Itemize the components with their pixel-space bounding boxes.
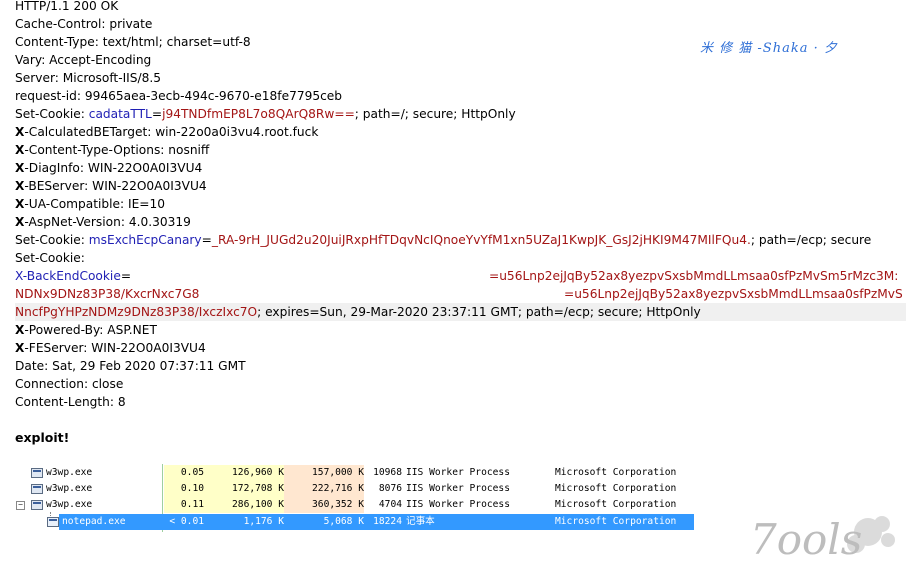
exploit-label: exploit!	[15, 430, 70, 445]
process-working-set: 5,068 K	[284, 514, 364, 530]
header-fe-server: X-FEServer: WIN-22O0A0I3VU4	[15, 339, 206, 357]
header-content-type: Content-Type: text/html; charset=utf-8	[15, 35, 251, 49]
process-private-bytes: 1,176 K	[204, 514, 284, 530]
header-be-server: X-BEServer: WIN-22O0A0I3VU4	[15, 177, 207, 195]
header-text: -Content-Type-Options: nosniff	[24, 143, 210, 157]
header-date: Date: Sat, 29 Feb 2020 07:37:11 GMT	[15, 359, 246, 373]
process-icon	[31, 500, 43, 510]
process-description: 记事本	[406, 514, 546, 530]
process-working-set: 157,000 K	[284, 465, 364, 481]
process-description: IIS Worker Process	[406, 467, 510, 478]
cookie-key: X-BackEndCookie	[15, 269, 121, 283]
author-watermark: 米 修 猫 -Shaka · 夕	[700, 41, 838, 56]
cookie-eq: =	[120, 269, 132, 283]
header-text: -Powered-By: ASP.NET	[24, 323, 157, 337]
header-initial: X	[15, 215, 25, 229]
process-company: Microsoft Corporation	[555, 514, 694, 530]
header-initial: X	[15, 179, 25, 193]
backend-cookie-value-2: =u56Lnp2ejJqBy52ax8yezpvSxsbMmdLLmsaa0sf…	[564, 287, 903, 301]
process-row[interactable]: − w3wp.exe 0.11 286,100 K 360,352 K 4704…	[14, 497, 694, 513]
process-description: IIS Worker Process	[406, 499, 510, 510]
cookie-attrs: ; path=/ecp; secure	[750, 233, 872, 247]
header-name: Set-Cookie:	[15, 233, 89, 247]
header-cache-control: Cache-Control: private	[15, 17, 153, 31]
backend-cookie-line-1: X-BackEndCookie=	[15, 267, 131, 285]
process-private-bytes: 172,708 K	[204, 481, 284, 497]
process-working-set: 222,716 K	[284, 481, 364, 497]
header-server: Server: Microsoft-IIS/8.5	[15, 71, 162, 85]
header-set-cookie-canary: Set-Cookie: msExchEcpCanary=_RA-9rH_JUGd…	[15, 231, 871, 249]
cookie-value: NncfPgYHPzNDMz9DNz83P38/IxczIxc7O	[15, 305, 258, 319]
header-initial: X	[15, 323, 25, 337]
header-aspnet-version: X-AspNet-Version: 4.0.30319	[15, 213, 191, 231]
backend-cookie-line-3: NncfPgYHPzNDMz9DNz83P38/IxczIxc7O; expir…	[15, 303, 906, 321]
process-working-set: 360,352 K	[284, 497, 364, 513]
logo-text: 7ools	[750, 515, 862, 564]
backend-cookie-line-2: NDNx9DNz83P38/KxcrNxc7G8	[15, 287, 200, 301]
process-icon	[31, 468, 43, 478]
process-pid: 8076	[378, 483, 402, 494]
header-text: -AspNet-Version: 4.0.30319	[24, 215, 191, 229]
header-initial: X	[15, 143, 25, 157]
process-cpu: < 0.01	[164, 514, 204, 530]
header-vary: Vary: Accept-Encoding	[15, 53, 152, 67]
process-icon	[31, 484, 43, 494]
process-name: w3wp.exe	[46, 467, 93, 478]
process-company: Microsoft Corporation	[555, 483, 677, 494]
header-initial: X	[15, 197, 25, 211]
collapse-icon[interactable]: −	[16, 501, 25, 510]
header-text: -DiagInfo: WIN-22O0A0I3VU4	[24, 161, 203, 175]
cookie-attrs: ; expires=Sun, 29-Mar-2020 23:37:11 GMT;…	[257, 305, 701, 319]
process-company: Microsoft Corporation	[555, 499, 677, 510]
process-row[interactable]: w3wp.exe 0.10 172,708 K 222,716 K 8076 I…	[14, 481, 694, 497]
header-connection: Connection: close	[15, 377, 124, 391]
header-set-cookie-backend: Set-Cookie:	[15, 251, 85, 265]
header-content-type-options: X-Content-Type-Options: nosniff	[15, 141, 209, 159]
header-calculated-be-target: X-CalculatedBETarget: win-22o0a0i3vu4.ro…	[15, 123, 318, 141]
process-cpu: 0.11	[164, 497, 204, 513]
header-set-cookie-cadata: Set-Cookie: cadataTTL=j94TNDfmEP8L7o8QAr…	[15, 105, 516, 123]
process-company: Microsoft Corporation	[555, 467, 677, 478]
cookie-eq: =	[151, 107, 163, 121]
header-initial: X	[15, 161, 25, 175]
process-private-bytes: 286,100 K	[204, 497, 284, 513]
status-line: HTTP/1.1 200 OK	[15, 0, 119, 13]
header-initial: X	[15, 125, 25, 139]
process-row-selected[interactable]: notepad.exe < 0.01 1,176 K 5,068 K 18224…	[14, 514, 694, 530]
header-text: -BEServer: WIN-22O0A0I3VU4	[24, 179, 207, 193]
process-private-bytes: 126,960 K	[204, 465, 284, 481]
header-initial: X	[15, 341, 25, 355]
process-name: w3wp.exe	[46, 499, 93, 510]
header-content-length: Content-Length: 8	[15, 395, 126, 409]
header-text: -FEServer: WIN-22O0A0I3VU4	[24, 341, 206, 355]
notepad-icon	[47, 517, 59, 527]
process-pid: 4704	[378, 499, 402, 510]
process-name: notepad.exe	[62, 516, 126, 527]
header-powered-by: X-Powered-By: ASP.NET	[15, 321, 157, 339]
process-row[interactable]: w3wp.exe 0.05 126,960 K 157,000 K 10968 …	[14, 465, 694, 481]
process-pid: 10968	[373, 467, 402, 478]
header-text: -UA-Compatible: IE=10	[24, 197, 166, 211]
cookie-key: msExchEcpCanary	[88, 233, 202, 247]
header-request-id: request-id: 99465aea-3ecb-494c-9670-e18f…	[15, 89, 343, 103]
process-description: IIS Worker Process	[406, 483, 510, 494]
process-name: w3wp.exe	[46, 483, 93, 494]
cookie-key: cadataTTL	[88, 107, 152, 121]
tools-logo: 7ools	[750, 515, 895, 564]
header-name: Set-Cookie:	[15, 107, 89, 121]
process-pid: 18224	[366, 514, 402, 530]
cookie-value: _RA-9rH_JUGd2u20JuiJRxpHfTDqvNcIQnoeYvYf…	[211, 233, 751, 247]
cookie-value: j94TNDfmEP8L7o8QArQ8Rw==	[162, 107, 355, 121]
process-cpu: 0.05	[164, 465, 204, 481]
cookie-eq: =	[201, 233, 212, 247]
backend-cookie-value-1: =u56Lnp2ejJqBy52ax8yezpvSxsbMmdLLmsaa0sf…	[489, 269, 899, 283]
cookie-attrs: ; path=/; secure; HttpOnly	[354, 107, 516, 121]
header-diag-info: X-DiagInfo: WIN-22O0A0I3VU4	[15, 159, 202, 177]
header-text: -CalculatedBETarget: win-22o0a0i3vu4.roo…	[24, 125, 319, 139]
process-cpu: 0.10	[164, 481, 204, 497]
header-ua-compatible: X-UA-Compatible: IE=10	[15, 195, 165, 213]
process-table: w3wp.exe 0.05 126,960 K 157,000 K 10968 …	[14, 464, 694, 532]
